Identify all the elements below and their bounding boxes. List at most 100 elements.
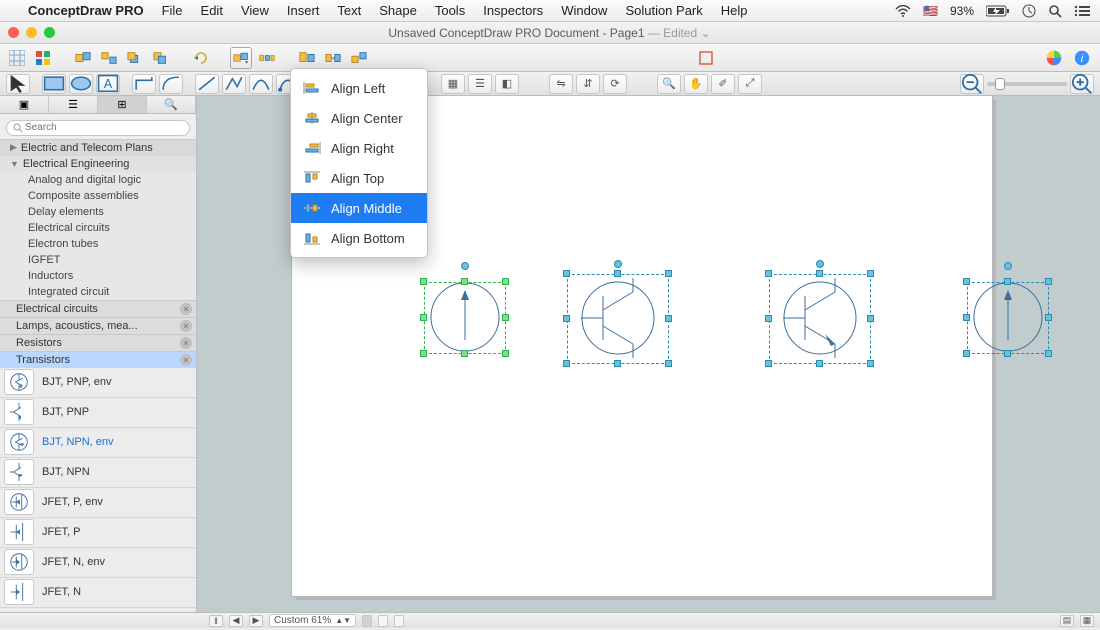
panel-tab-grid-icon[interactable]: ⊞ [98,96,147,113]
zoom-in-button[interactable] [1070,74,1094,94]
menu-inspectors[interactable]: Inspectors [483,3,543,18]
stamp-tool[interactable]: ✐ [711,74,735,94]
pointer-tool[interactable] [6,74,30,94]
rect-tool[interactable] [42,74,66,94]
rotate-handle[interactable] [461,262,469,270]
menu-align-center[interactable]: Align Center [291,103,427,133]
category-lamps[interactable]: Lamps, acoustics, mea... × [0,317,196,334]
zoom-out-button[interactable] [960,74,984,94]
palette-icon[interactable] [32,47,54,69]
grid-icon[interactable] [6,47,28,69]
zoom-in-tool[interactable]: 🔍 [657,74,681,94]
page-next-button[interactable]: ▶ [249,615,263,627]
crop-tool[interactable]: ⤢ [738,74,762,94]
tree-item[interactable]: Inductors [0,268,196,284]
menu-window[interactable]: Window [561,3,607,18]
tree-item[interactable]: Integrated circuit [0,284,196,300]
shape-list-item[interactable]: JFET, N [0,578,196,608]
panel-tab-2[interactable]: ☰ [49,96,98,113]
zoom-window-button[interactable] [44,27,55,38]
close-icon[interactable]: × [180,354,192,366]
menu-list-icon[interactable] [1074,5,1090,17]
tree-header-electric-telecom[interactable]: ▶Electric and Telecom Plans [0,140,196,156]
send-back-icon[interactable] [150,47,172,69]
canvas-shape-bjt-2[interactable] [769,268,871,373]
flip-v-tool[interactable]: ⇵ [576,74,600,94]
rotate-icon[interactable] [190,47,212,69]
box-icon[interactable] [695,47,717,69]
tree-item[interactable]: Electrical circuits [0,220,196,236]
shape-list-item[interactable]: JFET, P, env [0,488,196,518]
align-edges-icon[interactable] [348,47,370,69]
shape-list-item[interactable]: BJT, PNP, env [0,368,196,398]
menu-view[interactable]: View [241,3,269,18]
view-mode-2[interactable]: ▦ [1080,615,1094,627]
rotate-handle[interactable] [614,260,622,268]
traffic-lights[interactable] [8,27,55,38]
battery-icon[interactable] [986,5,1010,17]
category-transistors[interactable]: Transistors × [0,351,196,368]
zoom-slider[interactable] [987,82,1067,86]
flag-icon[interactable]: 🇺🇸 [923,4,938,18]
ungroup-icon[interactable] [98,47,120,69]
rotate-handle[interactable] [816,260,824,268]
shape-list-item[interactable]: JFET, N, env [0,548,196,578]
glue-tool[interactable]: ◧ [495,74,519,94]
info-icon[interactable]: i [1070,46,1094,70]
page-tab-3[interactable] [394,615,404,627]
line-tool[interactable] [195,74,219,94]
spotlight-icon[interactable] [1048,4,1062,18]
view-mode-1[interactable]: ▤ [1060,615,1074,627]
close-icon[interactable]: × [180,320,192,332]
match-size-icon[interactable] [296,47,318,69]
ellipse-tool[interactable] [69,74,93,94]
flip-h-tool[interactable]: ⇋ [549,74,573,94]
group-icon[interactable] [72,47,94,69]
canvas-shape-current-source[interactable] [424,276,506,363]
canvas-shape-bjt-1[interactable] [567,268,669,373]
shape-list-item[interactable]: JFET, P [0,518,196,548]
category-electrical-circuits[interactable]: Electrical circuits × [0,300,196,317]
rotate-handle[interactable] [1004,262,1012,270]
tree-item[interactable]: Delay elements [0,204,196,220]
menu-align-left[interactable]: Align Left [291,73,427,103]
page-first-button[interactable]: ‖ [209,615,223,627]
app-name[interactable]: ConceptDraw PRO [28,3,144,18]
swap-icon[interactable] [322,47,344,69]
menu-align-right[interactable]: Align Right [291,133,427,163]
title-chevron-icon[interactable]: ⌄ [701,26,711,40]
close-icon[interactable]: × [180,303,192,315]
distribute-icon[interactable] [256,47,278,69]
minimize-window-button[interactable] [26,27,37,38]
menu-help[interactable]: Help [721,3,748,18]
menu-align-middle[interactable]: Align Middle [291,193,427,223]
tree-item[interactable]: Composite assemblies [0,188,196,204]
rotate-tool[interactable]: ⟳ [603,74,627,94]
wifi-icon[interactable] [895,5,911,17]
menu-insert[interactable]: Insert [287,3,320,18]
canvas-shape-current-source-2[interactable] [967,276,1049,363]
panel-tab-1[interactable]: ▣ [0,96,49,113]
stepper-icon[interactable]: ▲▼ [335,618,351,624]
align-dropdown-icon[interactable] [230,47,252,69]
category-resistors[interactable]: Resistors × [0,334,196,351]
smart-connector-tool[interactable] [159,74,183,94]
tree-item[interactable]: Analog and digital logic [0,172,196,188]
tree-header-electrical-eng[interactable]: ▼Electrical Engineering [0,156,196,172]
guides-tool[interactable]: ☰ [468,74,492,94]
menu-text[interactable]: Text [337,3,361,18]
shape-list-item[interactable]: BJT, NPN [0,458,196,488]
menu-shape[interactable]: Shape [379,3,417,18]
text-tool[interactable]: A [96,74,120,94]
snap-tool[interactable]: ▦ [441,74,465,94]
menu-solution-park[interactable]: Solution Park [625,3,702,18]
zoom-level-selector[interactable]: Custom 61% ▲▼ [269,614,356,627]
hand-tool[interactable]: ✋ [684,74,708,94]
menu-align-bottom[interactable]: Align Bottom [291,223,427,253]
page-tab-2[interactable] [378,615,388,627]
clock-icon[interactable] [1022,4,1036,18]
bring-front-icon[interactable] [124,47,146,69]
close-icon[interactable]: × [180,337,192,349]
tree-item[interactable]: IGFET [0,252,196,268]
menu-align-top[interactable]: Align Top [291,163,427,193]
